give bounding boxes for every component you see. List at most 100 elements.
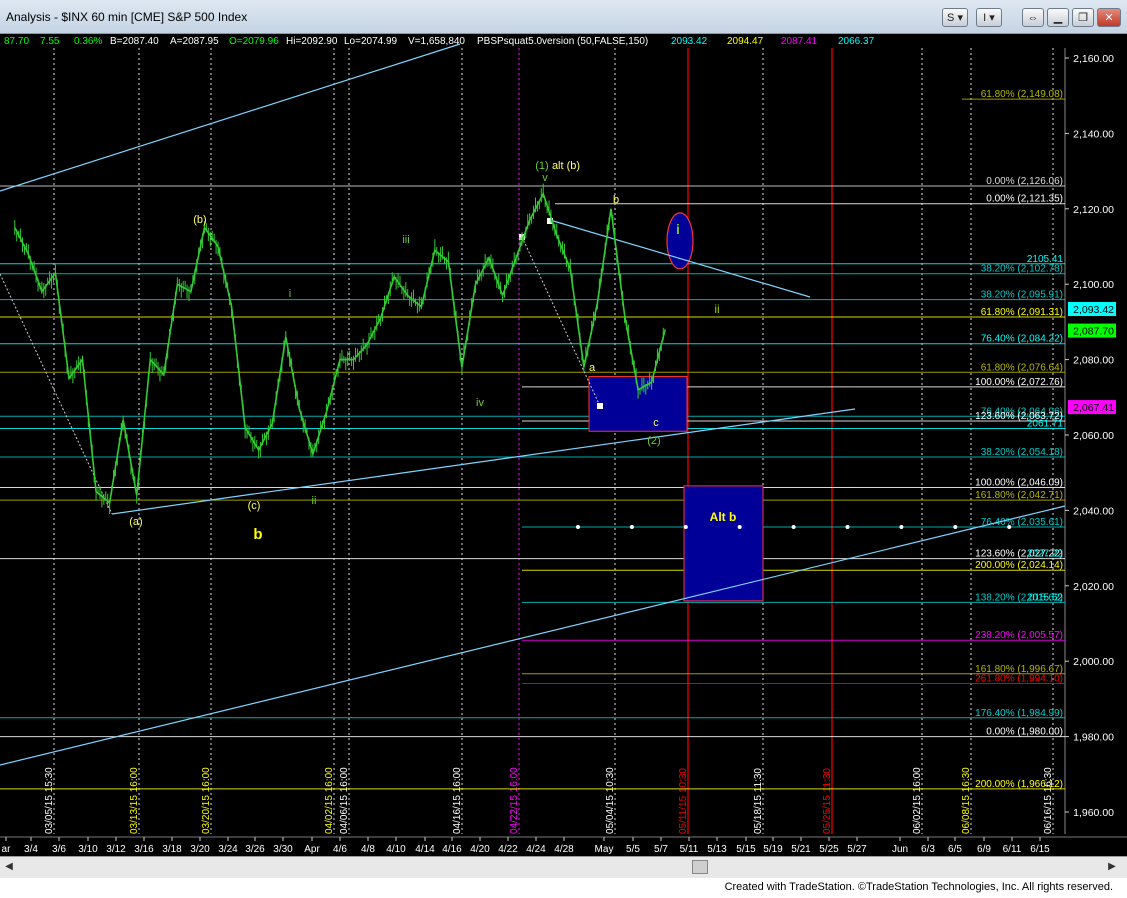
fib-level-label: 61.80% (2,076.64) [981,362,1063,373]
projection-dot [629,524,634,529]
x-tick-label: 3/24 [218,844,238,855]
x-tick-label: 4/28 [554,844,574,855]
x-tick-label: 5/13 [707,844,727,855]
pivot-marker [597,403,603,409]
header-value: 2087.41 [781,36,818,47]
fib-level-label: 76.40% (2,035.61) [981,517,1063,528]
scroll-right-icon[interactable]: ▶ [1105,860,1119,874]
time-marker-label: 04/06/15 16:00 [339,767,350,834]
close-icon: ✕ [1104,12,1114,24]
x-tick-label: ar [2,844,12,855]
y-tick-label: 2,160.00 [1073,53,1114,65]
fib-level-label: 2027.22 [1027,549,1064,560]
x-tick-label: 6/9 [977,844,991,855]
s-menu-button[interactable]: S ▾ [942,8,968,27]
chart-background [0,34,1127,856]
fib-level-label: 2061.71 [1027,419,1064,430]
time-marker-label: 04/16/15 16:00 [452,767,463,834]
y-tick-label: 2,060.00 [1073,430,1114,442]
x-tick-label: 5/21 [791,844,811,855]
horizontal-scrollbar[interactable]: ◀ ▶ [0,856,1127,878]
fib-level-label: 2015.62 [1027,592,1064,603]
fib-level-label: 261.80% (1,994.10) [975,673,1063,684]
x-tick-label: 3/4 [24,844,38,855]
x-tick-label: 5/7 [654,844,668,855]
close-button[interactable]: ✕ [1097,8,1121,27]
projection-dot [576,524,580,529]
time-marker-label: 05/18/15 11:30 [753,768,764,834]
time-marker-label: 05/04/15 10:30 [605,767,616,834]
projection-dot [791,524,796,529]
x-tick-label: 3/18 [162,844,182,855]
header-value: 87.70 [4,36,29,47]
scroll-thumb[interactable] [692,860,708,874]
x-tick-label: 4/24 [526,844,546,855]
projection-dot [1007,524,1012,529]
x-tick-label: 4/16 [442,844,462,855]
price-chart[interactable]: 87.70 7.55 0.36% B=2087.40 A=2087.95 O=2079.9… [0,34,1127,856]
x-tick-label: 3/6 [52,844,66,855]
header-value: A=2087.95 [170,36,219,47]
chart-area[interactable]: 87.70 7.55 0.36% B=2087.40 A=2087.95 O=2079.9… [0,34,1127,856]
fib-level-label: 61.80% (2,091.31) [981,307,1063,318]
title-bar: Analysis - $INX 60 min [CME] S&P 500 Ind… [0,0,1127,34]
fib-level-label: 38.20% (2,102.78) [981,264,1063,275]
time-marker-label: 06/16/15 16:30 [1043,767,1054,834]
i-menu-button[interactable]: I ▾ [976,8,1002,27]
header-value: 2094.47 [727,36,764,47]
y-tick-label: 2,000.00 [1073,656,1114,668]
projection-dot [953,524,958,529]
target-box-alt-b [683,485,764,602]
x-tick-label: 5/5 [626,844,640,855]
wave-label: (b) [193,214,206,226]
target-ellipse [666,212,694,270]
fib-level-label: 200.00% (1,966.12) [975,779,1063,790]
fib-level-label: 176.40% (1,984.99) [975,708,1063,719]
x-tick-label: Jun [892,844,908,855]
fib-level-label: 38.20% (2,054.18) [981,447,1063,458]
time-marker-label: 05/11/15 10:30 [678,768,689,834]
header-value: 7.55 [40,36,60,47]
x-tick-label: 6/11 [1003,844,1022,855]
x-tick-label: 5/25 [819,844,839,855]
header-value: Hi=2092.90 [286,36,338,47]
projection-dot [845,524,850,529]
data-header: 87.70 7.55 0.36% B=2087.40 A=2087.95 O=2079.9… [4,36,875,47]
price-badge-label: 2,067.41 [1073,402,1114,414]
wave-label: Alt b [710,510,737,524]
chevron-down-icon: ▾ [989,12,995,24]
y-tick-label: 2,120.00 [1073,204,1114,216]
x-tick-label: 3/10 [78,844,98,855]
wave-label: i [676,221,680,237]
x-tick-label: 3/12 [106,844,126,855]
x-tick-label: 3/30 [273,844,293,855]
x-tick-label: 5/11 [680,844,699,855]
header-value: Lo=2074.99 [344,36,398,47]
x-tick-label: 3/26 [245,844,265,855]
header-value: O=2079.96 [229,36,279,47]
y-tick-label: 2,020.00 [1073,581,1114,593]
header-value: 2066.37 [838,36,875,47]
fib-level-label: 0.00% (2,126.06) [986,176,1063,187]
copyright-text: Created with TradeStation. ©TradeStation… [724,881,1113,893]
restore-button[interactable]: ❐ [1072,8,1094,27]
projection-dot [737,524,742,529]
x-tick-label: 4/10 [386,844,406,855]
y-tick-label: 1,960.00 [1073,807,1114,819]
x-tick-label: 6/3 [921,844,935,855]
fib-level-label: 61.80% (2,149.08) [981,89,1063,100]
link-button[interactable]: ⇔ [1022,8,1044,27]
x-tick-label: 5/15 [736,844,756,855]
scroll-left-icon[interactable]: ◀ [2,860,16,874]
link-icon: ⇔ [1027,12,1039,24]
wave-label: (2) [647,435,660,447]
x-tick-label: 5/27 [847,844,867,855]
x-tick-label: 3/16 [134,844,154,855]
wave-label: (a) [129,516,142,528]
wave-label: iv [476,397,484,409]
minimize-button[interactable]: ▁ [1047,8,1069,27]
fib-level-label: 38.20% (2,095.91) [981,290,1063,301]
x-tick-label: 4/6 [333,844,347,855]
wave-label: v [542,172,548,184]
fib-level-label: 76.40% (2,084.22) [981,334,1063,345]
